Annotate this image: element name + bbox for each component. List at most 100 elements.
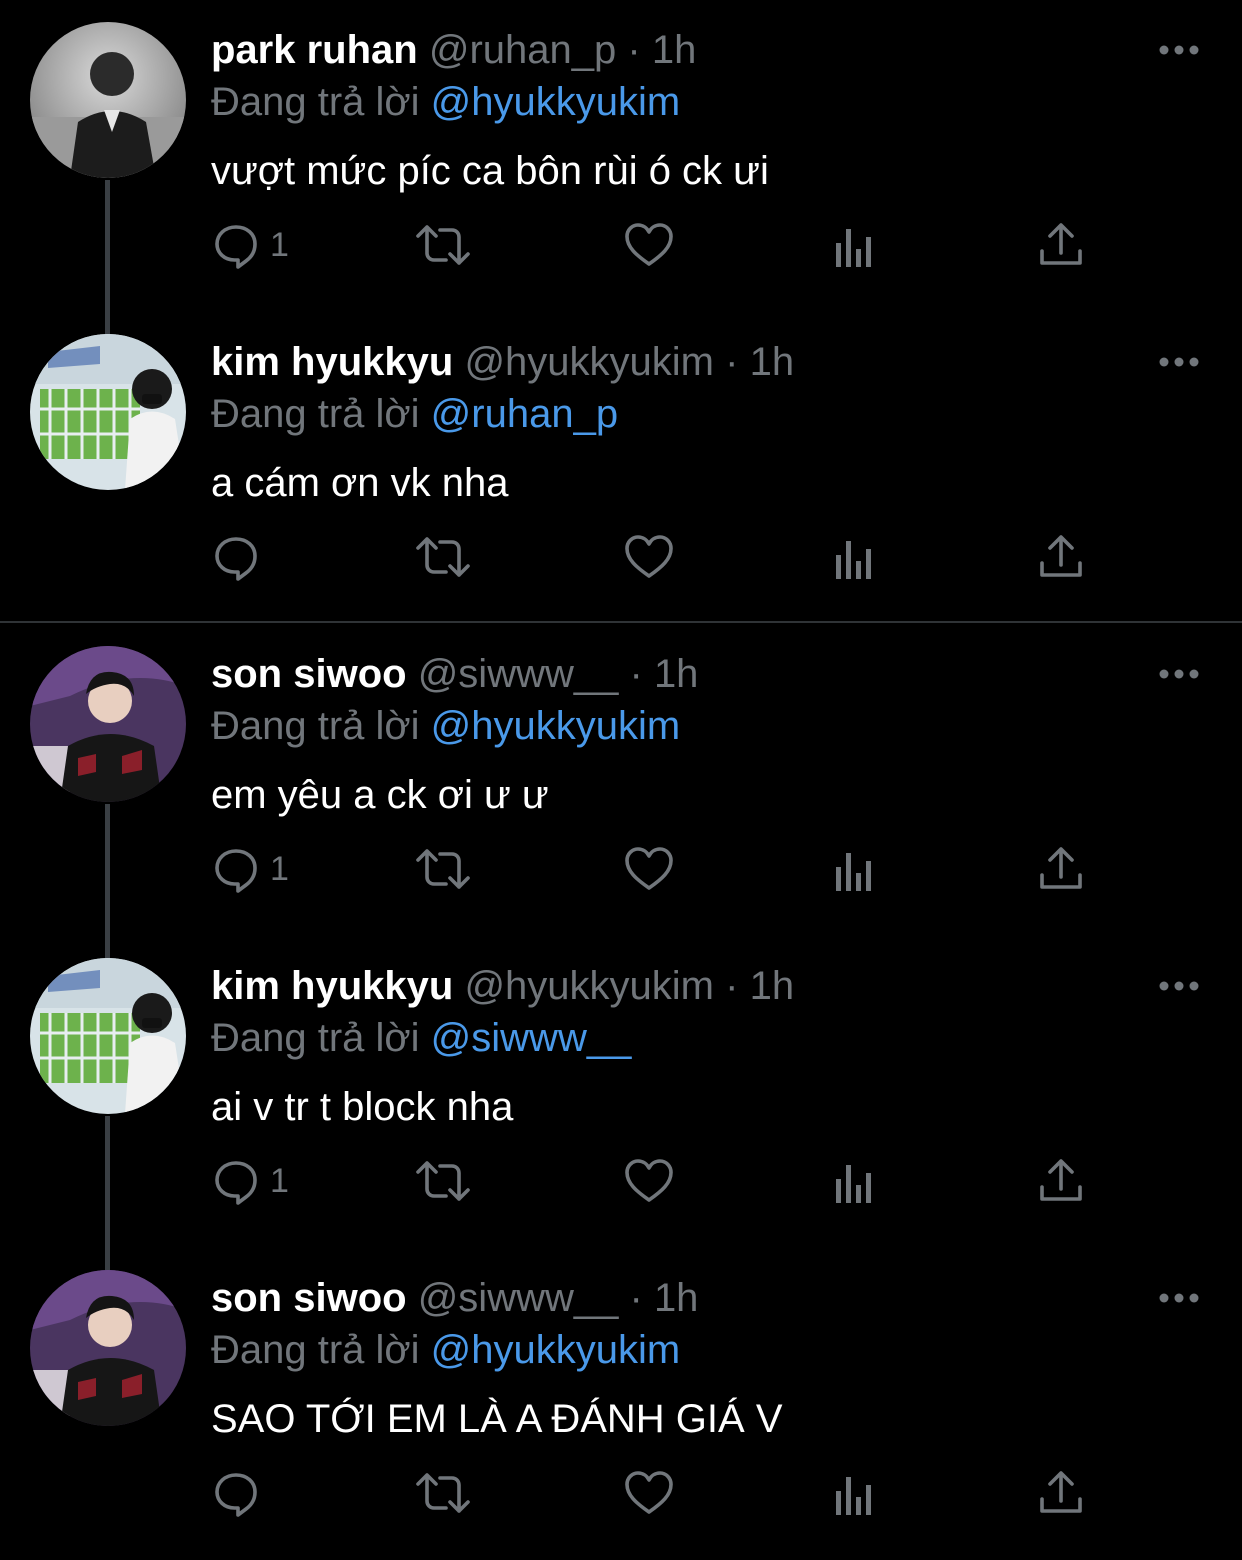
replying-to-label: Đang trả lời [211,1016,420,1060]
replying-to-label: Đang trả lời [211,392,420,436]
reply-icon [215,1473,257,1517]
display-name[interactable]: kim hyukkyu [211,340,453,384]
reply-icon [215,849,257,893]
retweet-icon [416,225,470,265]
like-button[interactable] [624,1151,674,1211]
avatar[interactable] [30,1270,186,1426]
replying-to: Đang trả lời @hyukkyukim [211,78,680,126]
share-icon [1040,1471,1082,1513]
timestamp[interactable]: 1h [750,964,795,1008]
separator-dot: · [627,28,641,72]
timestamp[interactable]: 1h [652,28,697,72]
share-button[interactable] [1036,215,1086,275]
tweet-header: son siwoo @siwww__ · 1h [211,650,698,698]
reply-to-mention[interactable]: @siwww__ [431,1016,632,1060]
like-button[interactable] [624,839,674,899]
retweet-icon [416,1161,470,1201]
share-button[interactable] [1036,839,1086,899]
timestamp[interactable]: 1h [654,1276,699,1320]
tweet-text: a cám ơn vk nha [211,461,509,505]
display-name[interactable]: park ruhan [211,28,418,72]
avatar[interactable] [30,958,186,1114]
share-button[interactable] [1036,1151,1086,1211]
timestamp[interactable]: 1h [750,340,795,384]
tweet-header: son siwoo @siwww__ · 1h [211,1274,698,1322]
tweet-text: vượt mức píc ca bôn rùi ó ck ưi [211,149,769,193]
share-button[interactable] [1036,1463,1086,1523]
avatar[interactable] [30,334,186,490]
replying-to: Đang trả lời @hyukkyukim [211,702,680,750]
tweet-actions: 1 [0,839,1242,899]
more-options-icon[interactable] [1158,978,1200,994]
reply-to-mention[interactable]: @hyukkyukim [431,704,681,748]
retweet-button[interactable] [414,839,472,899]
replying-to: Đang trả lời @siwww__ [211,1014,631,1062]
analytics-icon [836,229,871,267]
retweet-icon [416,537,470,577]
analytics-icon [836,1477,871,1515]
retweet-button[interactable] [414,1151,472,1211]
retweet-button[interactable] [414,215,472,275]
display-name[interactable]: kim hyukkyu [211,964,453,1008]
more-options-icon[interactable] [1158,1290,1200,1306]
reply-button[interactable] [212,527,270,587]
share-icon [1040,1159,1082,1201]
user-handle[interactable]: @ruhan_p [429,28,616,72]
tweet-header: park ruhan @ruhan_p · 1h [211,26,696,74]
reply-to-mention[interactable]: @hyukkyukim [431,80,681,124]
reply-count: 1 [270,225,289,264]
like-button[interactable] [624,1463,674,1523]
replying-to-label: Đang trả lời [211,80,420,124]
like-button[interactable] [624,215,674,275]
views-button[interactable] [832,839,878,899]
tweet-actions [0,527,1242,587]
user-handle[interactable]: @siwww__ [418,652,619,696]
retweet-button[interactable] [414,527,472,587]
reply-count: 1 [270,1161,289,1200]
more-options-icon[interactable] [1158,42,1200,58]
views-button[interactable] [832,1151,878,1211]
reply-to-mention[interactable]: @hyukkyukim [431,1328,681,1372]
avatar[interactable] [30,22,186,178]
reply-icon [215,1161,257,1205]
share-icon [1040,223,1082,265]
retweet-button[interactable] [414,1463,472,1523]
analytics-icon [836,1165,871,1203]
user-handle[interactable]: @hyukkyukim [464,964,714,1008]
retweet-icon [416,849,470,889]
tweet[interactable]: kim hyukkyu @hyukkyukim · 1h Đang trả lờ… [0,312,1242,624]
views-button[interactable] [832,527,878,587]
analytics-icon [836,853,871,891]
retweet-icon [416,1473,470,1513]
timestamp[interactable]: 1h [654,652,699,696]
tweet[interactable]: kim hyukkyu @hyukkyukim · 1h Đang trả lờ… [0,936,1242,1248]
heart-icon [625,847,673,890]
share-button[interactable] [1036,527,1086,587]
tweet[interactable]: son siwoo @siwww__ · 1h Đang trả lời @hy… [0,1248,1242,1560]
display-name[interactable]: son siwoo [211,1276,407,1320]
replying-to: Đang trả lời @ruhan_p [211,390,618,438]
views-button[interactable] [832,1463,878,1523]
avatar[interactable] [30,646,186,802]
tweet[interactable]: park ruhan @ruhan_p · 1h Đang trả lời @h… [0,0,1242,312]
tweet-text: ai v tr t block nha [211,1085,514,1129]
reply-button[interactable]: 1 [212,1151,289,1211]
user-handle[interactable]: @siwww__ [418,1276,619,1320]
more-options-icon[interactable] [1158,666,1200,682]
like-button[interactable] [624,527,674,587]
views-button[interactable] [832,215,878,275]
reply-to-mention[interactable]: @ruhan_p [431,392,618,436]
display-name[interactable]: son siwoo [211,652,407,696]
reply-count: 1 [270,849,289,888]
share-icon [1040,535,1082,577]
user-handle[interactable]: @hyukkyukim [464,340,714,384]
tweet[interactable]: son siwoo @siwww__ · 1h Đang trả lời @hy… [0,624,1242,936]
reply-button[interactable]: 1 [212,839,289,899]
heart-icon [625,1159,673,1202]
heart-icon [625,535,673,578]
reply-button[interactable]: 1 [212,215,289,275]
reply-icon [215,537,257,581]
reply-button[interactable] [212,1463,270,1523]
separator-dot: · [629,652,643,696]
more-options-icon[interactable] [1158,354,1200,370]
